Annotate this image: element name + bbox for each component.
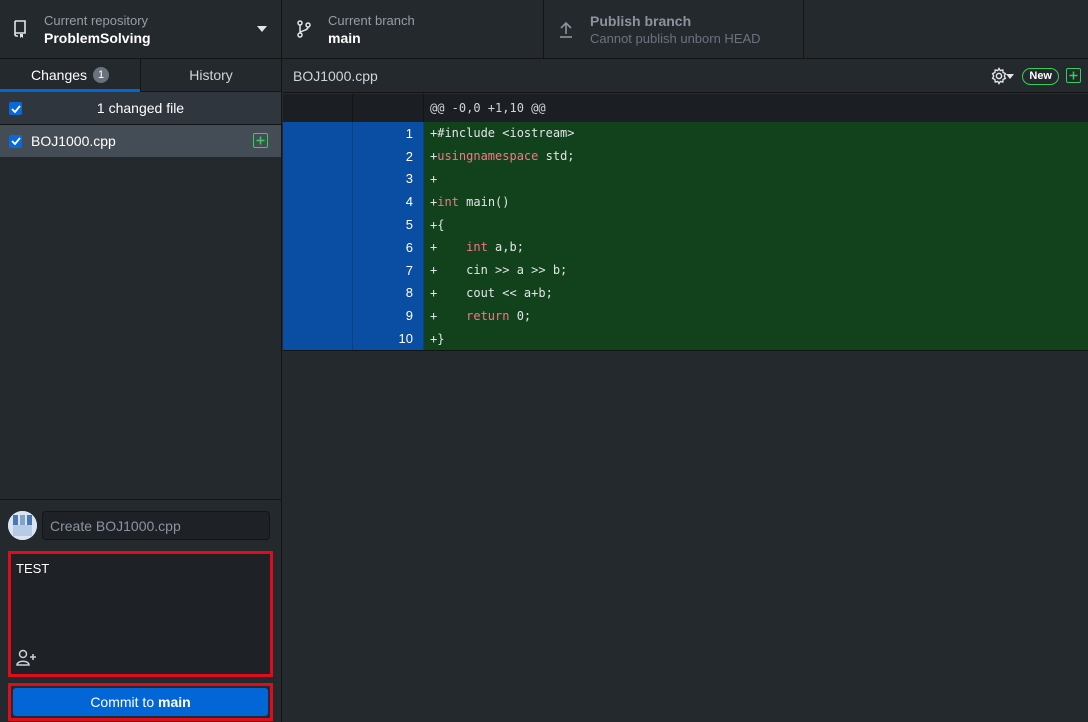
diff-line[interactable]: 6 + int a,b; bbox=[283, 235, 1088, 259]
file-added-icon bbox=[1066, 68, 1081, 83]
new-line-number[interactable]: 5 bbox=[353, 213, 424, 236]
diff-header: BOJ1000.cpp New bbox=[283, 59, 1088, 93]
code-line: + int a,b; bbox=[424, 235, 1088, 259]
select-all-checkbox[interactable] bbox=[9, 102, 22, 115]
tab-changes[interactable]: Changes 1 bbox=[0, 59, 140, 92]
publish-subtitle: Cannot publish unborn HEAD bbox=[590, 30, 761, 46]
new-line-number[interactable]: 7 bbox=[353, 258, 424, 282]
old-line-number bbox=[283, 304, 353, 328]
repo-icon bbox=[10, 19, 30, 39]
branch-name: main bbox=[328, 29, 361, 46]
old-line-number bbox=[283, 258, 353, 282]
chevron-down-icon bbox=[257, 26, 267, 32]
diff-view: @@ -0,0 +1,10 @@ 1 +#include <iostream> 2 +… bbox=[283, 94, 1088, 722]
file-list-item[interactable]: BOJ1000.cpp bbox=[0, 125, 281, 157]
commit-description-text: TEST bbox=[16, 561, 50, 576]
new-line-number[interactable]: 1 bbox=[353, 122, 424, 145]
diff-lines: 1 +#include <iostream> 2 + using namespace s… bbox=[283, 122, 1088, 350]
code-line: + return 0; bbox=[424, 304, 1088, 328]
tab-history[interactable]: History bbox=[140, 59, 281, 91]
code-line: + bbox=[424, 167, 1088, 191]
new-line-number[interactable]: 9 bbox=[353, 304, 424, 328]
repository-name: ProblemSolving bbox=[44, 29, 151, 46]
code-line: + cin >> a >> b; bbox=[424, 258, 1088, 282]
diff-line[interactable]: 4 + int main() bbox=[283, 190, 1088, 214]
branch-selector[interactable]: Current branch main bbox=[282, 0, 544, 58]
sidebar-tabs: Changes 1 History bbox=[0, 59, 281, 92]
changes-count-badge: 1 bbox=[93, 67, 110, 83]
new-line-number[interactable]: 3 bbox=[353, 167, 424, 191]
hunk-gutter-old bbox=[283, 94, 353, 122]
old-line-number bbox=[283, 144, 353, 168]
diff-line[interactable]: 1 +#include <iostream> bbox=[283, 122, 1088, 145]
commit-button-prefix: Commit to bbox=[90, 694, 158, 710]
file-name: BOJ1000.cpp bbox=[31, 133, 116, 149]
new-line-number[interactable]: 2 bbox=[353, 144, 424, 168]
changed-files-count: 1 changed file bbox=[96, 100, 185, 116]
diff-line[interactable]: 3 + bbox=[283, 167, 1088, 191]
old-line-number bbox=[283, 167, 353, 191]
branch-label: Current branch bbox=[328, 12, 415, 28]
code-line: + using namespace std; bbox=[424, 144, 1088, 168]
new-line-number[interactable]: 10 bbox=[353, 327, 424, 350]
diff-end-divider bbox=[283, 349, 1088, 351]
checkmark-icon bbox=[10, 104, 21, 113]
commit-description-field[interactable]: TEST bbox=[8, 551, 273, 677]
repository-label: Current repository bbox=[44, 12, 149, 28]
code-line: +} bbox=[424, 327, 1088, 350]
commit-summary-input[interactable] bbox=[42, 511, 270, 540]
publish-branch-button[interactable]: Publish branch Cannot publish unborn HEA… bbox=[544, 0, 804, 58]
checkmark-icon bbox=[10, 137, 21, 145]
hunk-header-row: @@ -0,0 +1,10 @@ bbox=[283, 94, 1088, 122]
upload-arrow-icon bbox=[556, 19, 576, 39]
new-file-badge: New bbox=[1022, 68, 1059, 85]
diff-file-name: BOJ1000.cpp bbox=[293, 67, 378, 84]
commit-button-branch: main bbox=[158, 694, 191, 710]
commit-button[interactable]: Commit to main bbox=[13, 688, 268, 716]
commit-form: TEST Commit to main bbox=[0, 499, 281, 722]
code-line: +#include <iostream> bbox=[424, 122, 1088, 145]
commit-button-highlight: Commit to main bbox=[8, 683, 273, 721]
tab-changes-label: Changes bbox=[30, 67, 88, 83]
avatar bbox=[8, 511, 37, 540]
diff-line[interactable]: 9 + return 0; bbox=[283, 304, 1088, 328]
repository-selector[interactable]: Current repository ProblemSolving bbox=[0, 0, 282, 58]
file-added-icon bbox=[253, 133, 268, 148]
old-line-number bbox=[283, 190, 353, 214]
tab-history-label: History bbox=[189, 67, 233, 83]
diff-line[interactable]: 10 +} bbox=[283, 327, 1088, 350]
diff-line[interactable]: 5 +{ bbox=[283, 213, 1088, 236]
changed-files-header: 1 changed file bbox=[0, 92, 281, 125]
code-line: + cout << a+b; bbox=[424, 281, 1088, 305]
old-line-number bbox=[283, 281, 353, 305]
file-checkbox[interactable] bbox=[9, 134, 22, 148]
old-line-number bbox=[283, 122, 353, 145]
new-line-number[interactable]: 8 bbox=[353, 281, 424, 305]
old-line-number bbox=[283, 327, 353, 350]
old-line-number bbox=[283, 235, 353, 259]
code-line: + int main() bbox=[424, 190, 1088, 214]
new-line-number[interactable]: 6 bbox=[353, 235, 424, 259]
hunk-header: @@ -0,0 +1,10 @@ bbox=[424, 94, 1088, 122]
new-line-number[interactable]: 4 bbox=[353, 190, 424, 214]
chevron-down-icon[interactable] bbox=[1006, 74, 1014, 79]
diff-line[interactable]: 7 + cin >> a >> b; bbox=[283, 258, 1088, 282]
diff-line[interactable]: 8 + cout << a+b; bbox=[283, 281, 1088, 305]
diff-line[interactable]: 2 + using namespace std; bbox=[283, 144, 1088, 168]
toolbar: Current repository ProblemSolving Curren… bbox=[0, 0, 1088, 59]
person-add-icon[interactable] bbox=[16, 649, 38, 667]
code-line: +{ bbox=[424, 213, 1088, 236]
publish-title: Publish branch bbox=[590, 12, 692, 29]
old-line-number bbox=[283, 213, 353, 236]
git-branch-icon bbox=[294, 19, 314, 39]
hunk-gutter-new bbox=[353, 94, 424, 122]
sidebar: Changes 1 History 1 changed file BOJ1000… bbox=[0, 59, 282, 722]
